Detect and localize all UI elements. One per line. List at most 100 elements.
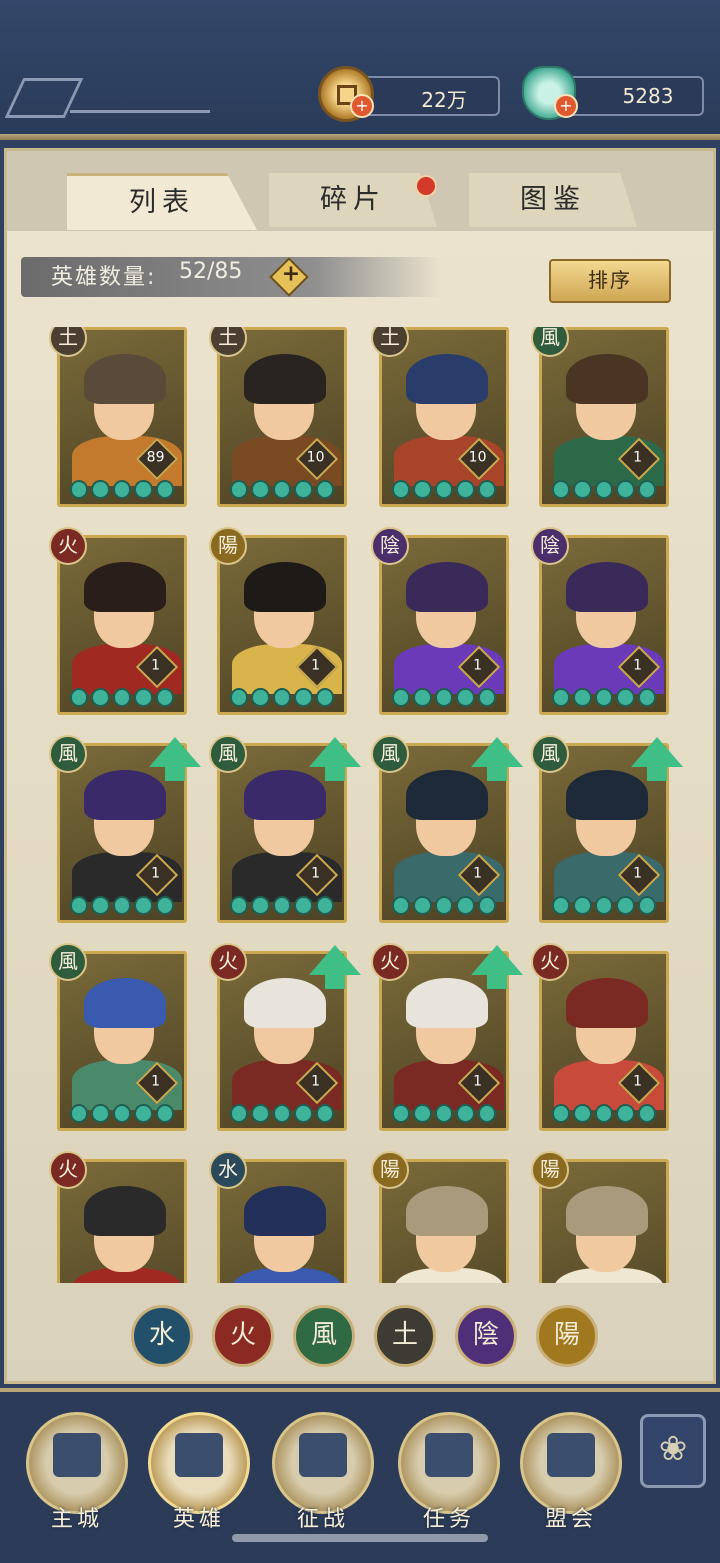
jade-star-icon [294,688,313,707]
hero-portrait [224,1166,342,1283]
add-jade-button[interactable]: + [554,94,578,118]
jade-star-icon [229,896,249,915]
upgrade-arrow-icon [471,945,523,989]
jade-star-icon [456,896,475,915]
element-filter-button[interactable]: 陰 [455,1305,517,1367]
jade-star-icon [315,480,335,499]
nav-button[interactable]: 主城 [26,1412,128,1532]
jade-star-icon [134,688,153,707]
sort-button[interactable]: 排序 [549,259,671,303]
element-badge: 風 [49,735,87,773]
element-badge: 風 [531,735,569,773]
jade-star-icon [315,896,335,915]
jade-star-icon [272,688,292,707]
tab-codex[interactable]: 图鉴 [469,173,637,227]
nav-icon [547,1433,595,1477]
jade-star-icon [134,480,153,499]
upgrade-arrow-icon [309,737,361,781]
jade-star-icon [616,688,635,707]
nav-label: 主城 [50,1507,103,1532]
element-badge: 陽 [531,1151,569,1189]
jade-star-icon [456,1104,475,1123]
jade-star-icon [251,1104,270,1123]
jade-star-icon [413,688,432,707]
jade-star-icon [551,480,571,499]
hero-portrait [386,1166,504,1283]
jade-star-icon [637,480,657,499]
star-rating [229,1104,335,1124]
nav-button[interactable]: 盟会 [520,1412,622,1532]
jade-star-icon [391,688,411,707]
element-filter-button[interactable]: 火 [212,1305,274,1367]
element-filter-button[interactable]: 土 [374,1305,436,1367]
jade-star-icon [637,688,657,707]
jade-star-icon [551,1104,571,1123]
star-rating [229,480,335,500]
jade-star-icon [456,480,475,499]
hero-count-label: 英雄数量: [51,265,157,290]
jade-star-icon [434,896,454,915]
jade-star-icon [637,1104,657,1123]
jade-star-icon [69,896,89,915]
nav-icon [175,1433,223,1477]
element-badge: 陽 [209,527,247,565]
jade-star-icon [315,1104,335,1123]
nav-button[interactable]: 英雄 [148,1412,250,1532]
element-filter-button[interactable]: 水 [131,1305,193,1367]
star-rating [391,480,497,500]
jade-star-icon [134,1104,153,1123]
star-rating [391,1104,497,1124]
jade-star-icon [573,1104,592,1123]
jade-star-icon [112,688,132,707]
jade-star-icon [294,896,313,915]
star-rating [229,896,335,916]
jade-star-icon [251,688,270,707]
nav-label: 盟会 [544,1507,597,1532]
jade-star-icon [594,1104,614,1123]
jade-star-icon [251,896,270,915]
jade-star-icon [112,896,132,915]
star-rating [69,480,175,500]
flower-menu-icon[interactable]: ❀ [640,1414,706,1488]
jade-star-icon [272,896,292,915]
star-rating [229,688,335,708]
element-badge: 風 [371,735,409,773]
element-badge: 火 [371,943,409,981]
jade-star-icon [573,896,592,915]
jade-star-icon [251,480,270,499]
hero-grid: 89 土 10 土 10 土 1 風 1 火 1 陽 1 陰 1 陰 1 風 1 風 1 風 1 風 1 風 1 火 1 火 1 火火水陽陽 [49,327,689,1283]
hero-portrait [546,1166,664,1283]
star-rating [391,688,497,708]
star-rating [551,688,657,708]
element-badge: 火 [531,943,569,981]
jade-star-icon [91,896,110,915]
jade-star-icon [229,1104,249,1123]
jade-star-icon [91,688,110,707]
element-badge: 火 [209,943,247,981]
element-filter-button[interactable]: 風 [293,1305,355,1367]
jade-star-icon [155,1104,175,1123]
jade-star-icon [391,480,411,499]
jade-star-icon [594,896,614,915]
star-rating [551,1104,657,1124]
jade-star-icon [551,688,571,707]
add-coin-button[interactable]: + [350,94,374,118]
star-rating [69,688,175,708]
element-filter-button[interactable]: 陽 [536,1305,598,1367]
tab-list[interactable]: 列表 [67,173,257,230]
element-badge: 火 [49,527,87,565]
jade-star-icon [69,1104,89,1123]
star-rating [551,896,657,916]
star-rating [69,1104,175,1124]
element-badge: 陽 [371,1151,409,1189]
nav-button[interactable]: 征战 [272,1412,374,1532]
nav-icon [299,1433,347,1477]
tab-fragments[interactable]: 碎片 [269,173,437,227]
jade-star-icon [477,896,497,915]
element-badge: 風 [49,943,87,981]
jade-star-icon [272,1104,292,1123]
jade-star-icon [616,480,635,499]
hero-panel: 列表 碎片 图鉴 英雄数量: 52/85 排序 89土10土10土1風1火1陽1… [4,148,716,1384]
decor-line [70,110,210,113]
nav-button[interactable]: 任务 [398,1412,500,1532]
